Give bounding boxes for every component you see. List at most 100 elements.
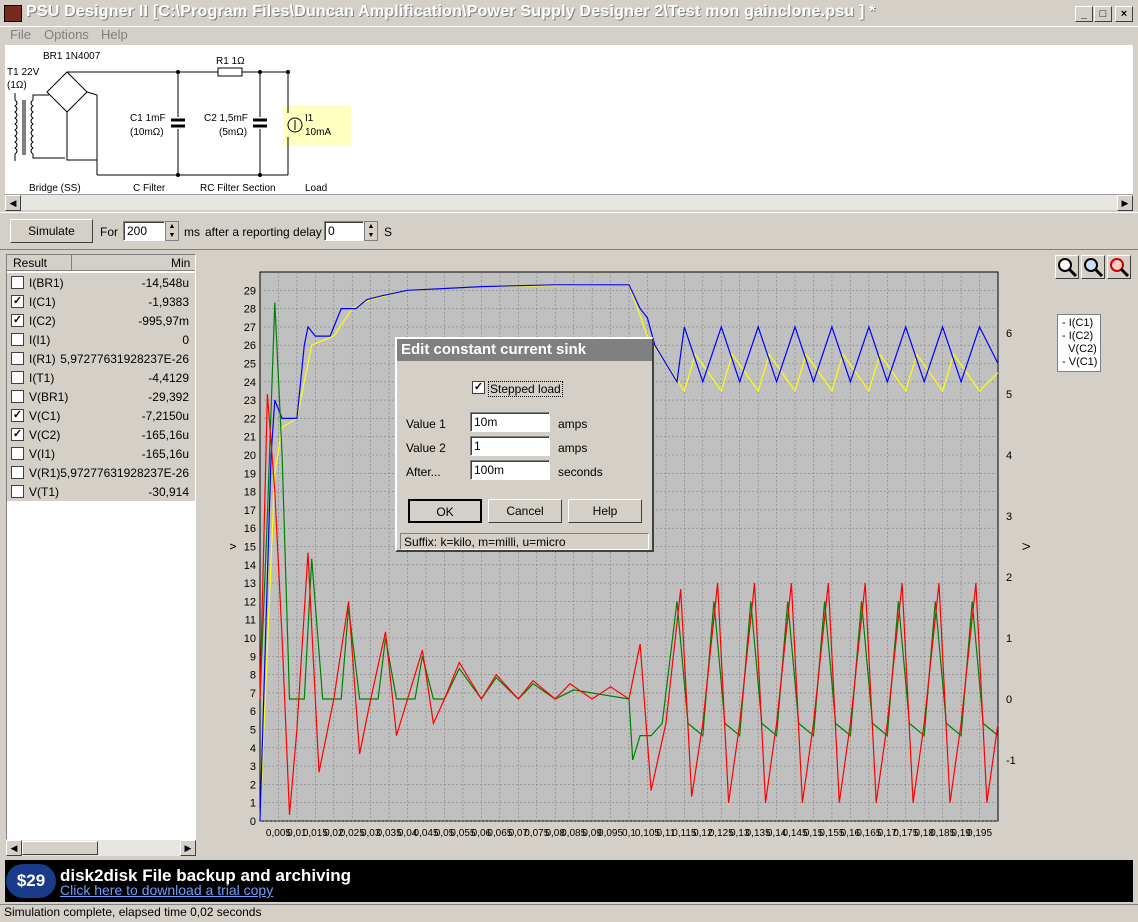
value1-label: Value 1 — [406, 417, 446, 431]
menu-options[interactable]: Options — [44, 27, 89, 42]
chart-legend: - I(C1) - I(C2) V(C2) - V(C1) — [1057, 314, 1101, 372]
y2-tick-label: 2 — [1006, 572, 1012, 584]
results-list[interactable]: Result Min I(BR1) -14,548u ✓ I(C1) -1,9383 ✓ I… — [6, 254, 196, 840]
result-row[interactable]: ✓ V(C2) -165,16u — [7, 425, 195, 444]
result-row[interactable]: I(R1) 5,97277631928237E-26 — [7, 349, 195, 368]
result-name: I(BR1) — [29, 276, 64, 290]
results-scrollbar[interactable]: ◀ ▶ — [6, 840, 196, 856]
y-tick-label: 14 — [244, 560, 256, 572]
result-checkbox[interactable] — [11, 352, 24, 365]
stepped-load-label[interactable]: Stepped load — [488, 381, 563, 397]
result-row[interactable]: V(BR1) -29,392 — [7, 387, 195, 406]
c-filter-section: C Filter — [133, 183, 166, 194]
duration-spinner[interactable]: ▲ ▼ — [165, 221, 179, 241]
ok-button[interactable]: OK — [408, 499, 482, 523]
y-tick-label: 18 — [244, 487, 256, 499]
stepped-load-checkbox[interactable]: ✓ — [472, 381, 485, 394]
duration-input[interactable]: 200 — [123, 221, 165, 241]
ad-price-badge[interactable]: $29 — [6, 864, 56, 898]
result-checkbox[interactable] — [11, 390, 24, 403]
y2-tick-label: 1 — [1006, 633, 1012, 645]
result-checkbox[interactable] — [11, 447, 24, 460]
y-tick-label: 3 — [250, 761, 256, 773]
result-name: V(R1) — [29, 466, 61, 480]
results-header: Result Min — [7, 255, 195, 271]
result-checkbox[interactable] — [11, 371, 24, 384]
close-button[interactable]: × — [1115, 6, 1133, 22]
zoom-out-icon[interactable] — [1081, 255, 1105, 279]
c1-label: C1 1mF — [130, 113, 166, 124]
y-tick-label: 24 — [244, 377, 256, 389]
y-tick-label: 7 — [250, 688, 256, 700]
after-input[interactable]: 100m — [470, 460, 550, 480]
y-tick-label: 6 — [250, 706, 256, 718]
result-row[interactable]: V(T1) -30,914 — [7, 482, 195, 501]
y-tick-label: 9 — [250, 651, 256, 663]
result-min: 5,97277631928237E-26 — [60, 352, 189, 366]
result-row[interactable]: ✓ I(C1) -1,9383 — [7, 292, 195, 311]
result-row[interactable]: V(I1) -165,16u — [7, 444, 195, 463]
result-checkbox[interactable]: ✓ — [11, 314, 24, 327]
result-checkbox[interactable]: ✓ — [11, 428, 24, 441]
result-row[interactable]: I(BR1) -14,548u — [7, 273, 195, 292]
delay-spinner[interactable]: ▲ ▼ — [364, 221, 378, 241]
result-checkbox[interactable] — [11, 485, 24, 498]
status-text: Simulation complete, elapsed time 0,02 s… — [4, 905, 262, 919]
y-tick-label: 2 — [250, 779, 256, 791]
x-tick-label: 0,095 — [598, 828, 623, 839]
result-checkbox[interactable]: ✓ — [11, 409, 24, 422]
scroll-left-button[interactable]: ◀ — [5, 195, 21, 211]
y-tick-label: 10 — [244, 633, 256, 645]
dialog-title[interactable]: Edit constant current sink — [397, 339, 652, 361]
help-button[interactable]: Help — [568, 499, 642, 523]
y-tick-label: 0 — [250, 816, 256, 828]
result-min: -30,914 — [148, 485, 189, 499]
col-result[interactable]: Result — [13, 256, 47, 270]
menu-help[interactable]: Help — [101, 27, 128, 42]
value2-input[interactable]: 1 — [470, 436, 550, 456]
y-tick-label: 20 — [244, 450, 256, 462]
after-label: After... — [406, 465, 441, 479]
results-scroll-thumb[interactable] — [22, 841, 98, 855]
menu-file[interactable]: File — [10, 27, 31, 42]
legend-item: - I(C1) — [1062, 317, 1094, 329]
value1-input[interactable]: 10m — [470, 412, 550, 432]
load-section: Load — [305, 183, 327, 194]
minimize-button[interactable]: _ — [1075, 6, 1093, 22]
cancel-button[interactable]: Cancel — [488, 499, 562, 523]
result-row[interactable]: ✓ I(C2) -995,97m — [7, 311, 195, 330]
result-row[interactable]: ✓ V(C1) -7,2150u — [7, 406, 195, 425]
result-name: V(C1) — [29, 409, 61, 423]
maximize-button[interactable]: □ — [1094, 6, 1112, 22]
schematic-canvas[interactable]: T1 22V (1Ω) BR1 1N4007 Bridge (SS) C1 1m… — [5, 45, 1133, 194]
y-tick-label: 22 — [244, 413, 256, 425]
results-scroll-right[interactable]: ▶ — [180, 840, 196, 856]
y-tick-label: 26 — [244, 340, 256, 352]
app-icon[interactable] — [4, 5, 22, 22]
ad-download-link[interactable]: Click here to download a trial copy — [60, 882, 273, 898]
result-name: I(C1) — [29, 295, 56, 309]
schematic-scrollbar[interactable]: ◀ ▶ — [5, 194, 1133, 211]
y2-tick-label: 3 — [1006, 511, 1012, 523]
simulate-button[interactable]: Simulate — [10, 219, 93, 243]
y-tick-label: 12 — [244, 596, 256, 608]
result-checkbox[interactable] — [11, 276, 24, 289]
result-min: 5,97277631928237E-26 — [60, 466, 189, 480]
result-min: -29,392 — [148, 390, 189, 404]
result-row[interactable]: V(R1) 5,97277631928237E-26 — [7, 463, 195, 482]
scroll-right-button[interactable]: ▶ — [1117, 195, 1133, 211]
result-row[interactable]: I(T1) -4,4129 — [7, 368, 195, 387]
result-checkbox[interactable] — [11, 333, 24, 346]
delay-input[interactable]: 0 — [324, 221, 364, 241]
col-min[interactable]: Min — [171, 256, 190, 270]
result-checkbox[interactable] — [11, 466, 24, 479]
results-scroll-left[interactable]: ◀ — [6, 840, 22, 856]
result-checkbox[interactable]: ✓ — [11, 295, 24, 308]
result-row[interactable]: I(I1) 0 — [7, 330, 195, 349]
x-tick-label: 0,195 — [967, 828, 992, 839]
zoom-reset-icon[interactable] — [1107, 255, 1131, 279]
i1-label: I1 — [305, 113, 314, 124]
zoom-in-icon[interactable] — [1055, 255, 1079, 279]
rc-filter-section: RC Filter Section — [200, 183, 276, 194]
bridge-section: Bridge (SS) — [29, 183, 81, 194]
